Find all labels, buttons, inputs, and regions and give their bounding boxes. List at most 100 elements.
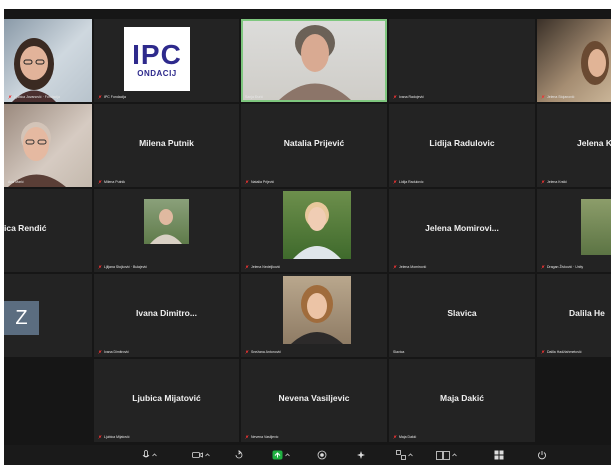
participant-caption: Natalia Prijević [245,180,274,184]
participant-tile[interactable]: ica Rendić [4,189,92,272]
participant-tile[interactable]: Jelena Nedeljković [241,189,387,272]
mic-muted-icon [541,265,545,269]
participant-tile[interactable]: Ljiljana Stojković · Bulajević [94,189,239,272]
mic-muted-icon [393,180,397,184]
reactions-button[interactable] [356,448,366,462]
participant-caption: Nevena Vasiljevic [245,435,278,439]
mic-muted-icon [245,435,249,439]
mic-muted-icon [393,265,397,269]
audio-button[interactable] [142,448,157,462]
participant-tile[interactable]: Nevena Vasiljevic Nevena Vasiljevic [241,359,387,442]
woman-glasses-portrait [8,122,66,187]
participant-tile[interactable]: Jelena Momirovi... Jelena Momirović [389,189,535,272]
mic-muted-icon [245,265,249,269]
participant-caption: Slavica [393,350,405,354]
participant-tile-active-speaker[interactable]: Sanja Đurić [241,19,387,102]
participant-name: Ljubica Mijatović [132,393,201,403]
participant-tile[interactable]: Ljubica Jovanović · Fondacija [4,19,92,102]
mic-muted-icon [541,350,545,354]
participant-tile[interactable]: Ljubica Mijatović Ljubica Mijatović [94,359,239,442]
participant-name: ica Rendić [4,223,47,233]
grid-icon [494,450,504,460]
share-screen-button[interactable] [272,448,290,462]
mic-muted-icon [541,95,545,99]
participant-tile[interactable]: Z [4,274,92,357]
woman-glasses-portrait [12,38,56,102]
participant-tile[interactable]: Maja Dakić Maja Dakić [389,359,535,442]
view-button[interactable] [436,448,457,462]
participant-video [4,104,92,187]
participant-caption: IPC Fondacija [98,95,126,99]
participant-video [283,276,351,344]
participant-name: Ivana Dimitro... [136,308,197,318]
refresh-icon [234,450,244,460]
participant-video [144,199,189,244]
mic-muted-icon [8,95,12,99]
participant-name: Dalila He [569,308,605,318]
participant-caption: Ljubica Jovanović · Fondacija [8,95,60,99]
power-icon [537,450,547,460]
participant-caption: Ljiljana Stojković · Bulajević [98,265,147,269]
sparkle-icon [356,450,366,460]
participant-tile[interactable]: Dragan Živković · Unity [537,189,611,272]
participant-name: Lidija Radulovic [429,138,495,148]
participant-tile[interactable]: Ivana Radojević [389,19,535,102]
record-button[interactable] [317,448,327,462]
participant-caption: Dalila Hadžiahmetović [541,350,582,354]
participant-caption: Jelena Momirović [393,265,426,269]
gallery-grid: Ljubica Jovanović · Fondacija IPC ONDACI… [4,19,611,445]
mic-muted-icon [245,180,249,184]
participant-tile[interactable]: Slavica Slavica [389,274,535,357]
participant-caption: Jelena Stojanović [541,95,574,99]
participant-tile[interactable]: Ana Marić [4,104,92,187]
woman-portrait [293,202,341,259]
video-button[interactable] [192,448,210,462]
gallery-view-icon [436,450,450,460]
participant-video [243,21,385,100]
participant-caption: Lidija Radulovic [393,180,424,184]
mic-muted-icon [98,265,102,269]
participant-caption: Maja Dakić [393,435,416,439]
participant-tile[interactable]: IPC ONDACIJ IPC Fondacija [94,19,239,102]
participant-video [283,191,351,259]
participant-tile[interactable]: Dalila He Dalila Hadžiahmetović [537,274,611,357]
woman-portrait [279,25,351,100]
chevron-up-icon[interactable] [152,453,157,457]
participant-tile[interactable]: Ivana Dimitro... Ivana Dimitrović [94,274,239,357]
participant-name: Nevena Vasiljevic [278,393,350,403]
participant-tile[interactable]: Jelena Stojanović [537,19,611,102]
participant-avatar: Z [4,301,39,335]
participant-name: Natalia Prijević [283,138,345,148]
more-button[interactable] [396,448,413,462]
participant-caption: Milena Putnik [98,180,125,184]
chevron-up-icon[interactable] [408,453,413,457]
participant-tile[interactable]: Milena Putnik Milena Putnik [94,104,239,187]
participant-video [4,19,92,102]
participant-tile[interactable]: Jelena K Jelena Krstić [537,104,611,187]
chevron-up-icon[interactable] [285,453,290,457]
participant-caption: Dragan Živković · Unity [541,265,583,269]
grid-button[interactable] [494,448,504,462]
participant-tile[interactable]: Natalia Prijević Natalia Prijević [241,104,387,187]
participant-video [581,199,611,255]
participant-tile[interactable]: Snežana Antonović [241,274,387,357]
participant-caption: Jelena Nedeljković [245,265,280,269]
share-screen-icon [272,450,283,460]
meeting-toolbar [4,445,611,465]
mic-muted-icon [98,180,102,184]
participant-caption: Ivana Dimitrović [98,350,129,354]
meeting-window: Ljubica Jovanović · Fondacija IPC ONDACI… [4,9,611,465]
chevron-up-icon[interactable] [205,453,210,457]
participant-caption: Ljubica Mijatović [98,435,130,439]
security-button[interactable] [234,448,244,462]
participant-name: Jelena Momirovi... [425,223,499,233]
mic-muted-icon [541,180,545,184]
mic-muted-icon [393,95,397,99]
chevron-up-icon[interactable] [452,453,457,457]
mic-muted-icon [98,95,102,99]
participant-tile[interactable]: Lidija Radulovic Lidija Radulovic [389,104,535,187]
mic-muted-icon [98,350,102,354]
participant-video [537,19,611,102]
participant-caption: Ivana Radojević [393,95,424,99]
leave-button[interactable] [537,448,547,462]
